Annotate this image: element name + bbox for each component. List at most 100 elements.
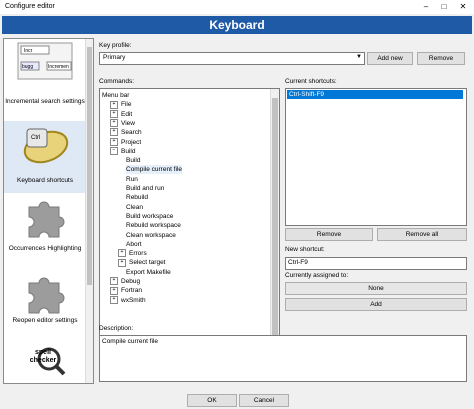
tree-item[interactable]: + Debug [110,277,140,286]
scrollbar-thumb[interactable] [272,98,278,360]
commands-label: Commands: [99,78,135,85]
category-label: Reopen editor settings [12,317,78,324]
new-shortcut-input[interactable]: Ctrl-F9 [285,257,467,270]
tree-item[interactable]: + wxSmith [110,295,146,305]
expand-icon[interactable]: + [110,286,118,295]
tree-item[interactable]: Build workspace [126,212,173,221]
shortcut-item[interactable]: Ctrl-Shift-F9 [287,90,463,99]
tree-item[interactable]: + Edit [110,109,132,119]
currently-assigned-label: Currently assigned to: [285,272,349,279]
remove-all-button[interactable]: Remove all [377,228,467,241]
ok-button[interactable]: OK [187,394,237,407]
expand-icon[interactable]: + [110,295,118,304]
maximize-icon[interactable]: □ [436,1,452,13]
category-label: Keyboard shortcuts [16,177,73,184]
key-profile-value: Primary [103,54,126,61]
tree-item-label: Rebuild workspace [126,222,181,230]
tree-item[interactable]: + View [110,119,135,128]
window-title: Configure editor [5,3,55,10]
current-shortcuts-list[interactable]: Ctrl-Shift-F9 [285,88,467,226]
incremental-search-icon: Incr bugg Incremen [17,42,73,80]
category-reopen-editor[interactable]: Reopen editor settings [4,273,86,331]
spell-checker-text: spell checker [29,349,57,364]
category-occurrences-highlighting[interactable]: Occurrences Highlighting [4,197,86,259]
tree-item[interactable]: Run [126,175,138,184]
tree-item[interactable]: Clean workspace [126,231,176,240]
tree-item[interactable]: + Errors [118,249,147,258]
tree-item[interactable]: Build [126,156,140,165]
tree-item-label: Export Makefile [126,268,171,276]
expand-icon[interactable]: + [110,137,118,146]
tree-item[interactable]: + Select target [118,258,166,267]
collapse-icon[interactable]: − [110,147,118,156]
tree-item-label: Menu bar [102,92,130,99]
description-box[interactable]: Compile current file [99,335,467,382]
remove-profile-button[interactable]: Remove [417,52,465,65]
minimize-icon[interactable]: – [418,1,434,13]
category-label: Occurrences Highlighting [8,245,82,252]
close-icon[interactable]: ✕ [455,1,471,13]
category-scrollbar[interactable] [85,39,93,383]
tree-item-label: Fortran [121,287,142,295]
category-keyboard-shortcuts[interactable]: Ctrl Keyboard shortcuts [4,121,86,193]
expand-icon[interactable]: + [110,128,118,137]
keyboard-shortcuts-icon: Ctrl [19,121,71,169]
tree-item-label: Clean [126,203,143,211]
add-shortcut-button[interactable]: Add [285,298,467,311]
tree-item[interactable]: Build and run [126,184,164,193]
chevron-down-icon: ▼ [356,54,362,60]
expand-icon[interactable]: + [118,258,126,267]
category-spell-checker[interactable]: spell checker [4,341,86,383]
tree-item[interactable]: Export Makefile [126,268,171,277]
tree-item-label: Errors [129,250,147,258]
expand-icon[interactable]: + [110,277,118,286]
tree-item-label: Compile current file [126,166,182,174]
thumb-text-c: Incremen [48,64,69,70]
tree-item-label: Build workspace [126,212,174,220]
expand-icon[interactable]: + [110,100,118,109]
tree-item-label: Build and run [126,185,165,192]
tree-item[interactable]: Abort [126,240,142,249]
tree-item-label: Clean workspace [126,231,176,239]
tree-item-label: Debug [121,278,141,285]
new-shortcut-label: New shortcut: [285,246,325,253]
tree-item[interactable]: + Fortran [110,286,142,295]
expand-icon[interactable]: + [110,119,118,128]
configure-editor-window: Configure editor – □ ✕ Keyboard Incr bug… [0,0,474,409]
ctrl-key-text: Ctrl [31,135,41,141]
tree-item[interactable]: Rebuild [126,193,148,202]
tree-item-label: Project [121,138,142,146]
tree-item-label: Select target [129,259,166,267]
title-bar: Configure editor – □ ✕ [0,0,474,14]
category-list: Incr bugg Incremen Incremental search se… [3,38,94,384]
tree-item[interactable]: − Build [110,147,135,156]
puzzle-icon [23,273,67,315]
tree-item-label: Build [121,147,136,155]
current-shortcuts-label: Current shortcuts: [285,78,337,85]
key-profile-label: Key profile: [99,42,132,49]
category-incremental-search[interactable]: Incr bugg Incremen Incremental search se… [4,42,86,118]
tree-item[interactable]: Rebuild workspace [126,221,181,230]
tree-item-label: File [121,101,132,109]
expand-icon[interactable]: + [118,249,126,258]
tree-item-label: Rebuild [126,194,149,202]
tree-item[interactable]: + Search [110,128,142,137]
add-new-profile-button[interactable]: Add new [367,52,413,65]
tree-item-label: Search [121,129,142,137]
remove-shortcut-button[interactable]: Remove [285,228,373,241]
scrollbar-thumb[interactable] [87,47,92,285]
expand-icon[interactable]: + [110,109,118,118]
key-profile-select[interactable]: Primary ▼ [99,52,365,65]
thumb-text-b: bugg [22,64,34,70]
cancel-button[interactable]: Cancel [239,394,289,407]
tree-item[interactable]: + Project [110,137,142,147]
tree-item[interactable]: Compile current file [126,165,182,175]
puzzle-icon [23,197,67,239]
currently-assigned-value: None [285,282,467,295]
new-shortcut-value: Ctrl-F9 [288,259,308,266]
tree-item[interactable]: Clean [126,203,143,212]
tree-item-label: Abort [126,240,142,248]
tree-item[interactable]: + File [110,100,131,109]
tree-item[interactable]: Menu bar [102,91,129,100]
tree-item-label: Build [126,157,141,165]
